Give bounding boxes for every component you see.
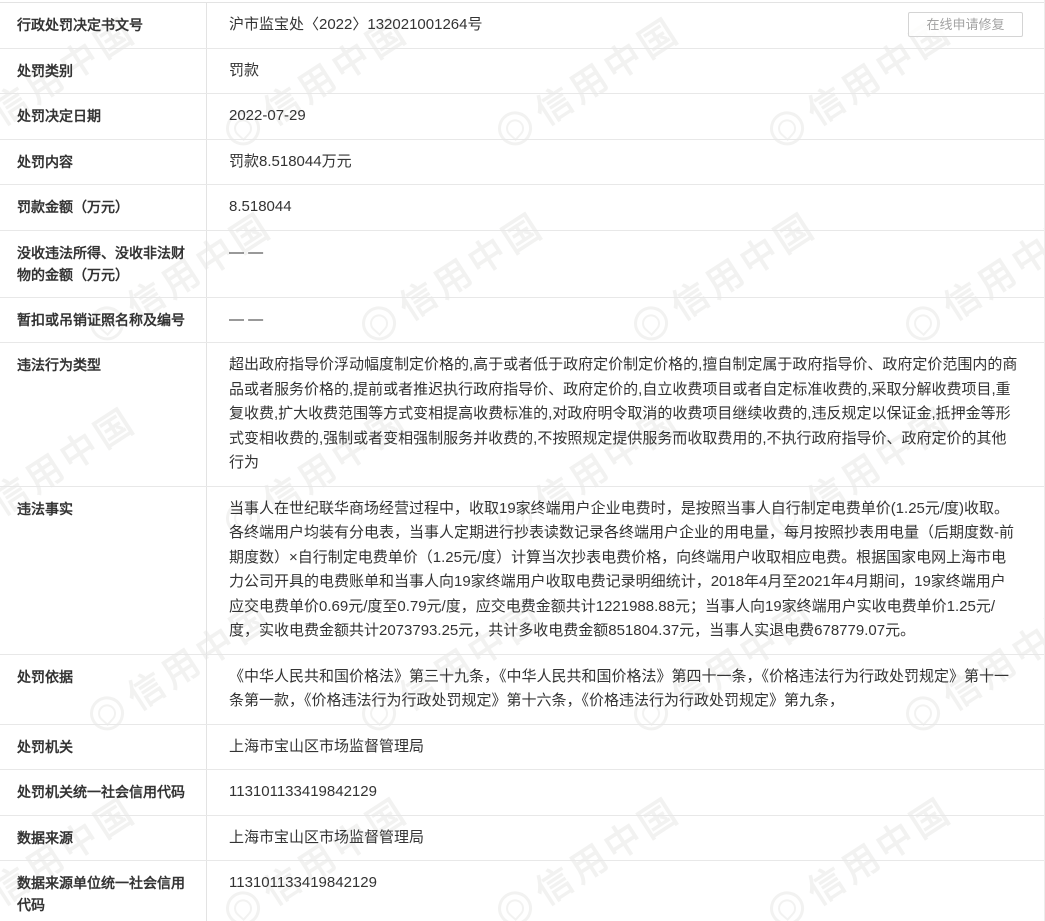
row-label: 没收违法所得、没收非法财物的金额（万元） <box>0 231 207 297</box>
row-label: 数据来源单位统一社会信用代码 <box>0 861 207 921</box>
table-row: 处罚内容 罚款8.518044万元 <box>0 140 1044 186</box>
penalty-detail-page: 信用中国信用中国信用中国信用中国信用中国信用中国信用中国信用中国信用中国信用中国… <box>0 0 1045 921</box>
row-label: 违法行为类型 <box>0 343 207 486</box>
table-row: 暂扣或吊销证照名称及编号 — — <box>0 298 1044 344</box>
row-value: 2022-07-29 <box>207 94 1044 139</box>
row-label: 罚款金额（万元） <box>0 185 207 230</box>
row-value: 罚款8.518044万元 <box>207 140 1044 185</box>
row-value: — — <box>207 298 1044 343</box>
row-value: 上海市宝山区市场监督管理局 <box>207 725 1044 770</box>
row-value: 8.518044 <box>207 185 1044 230</box>
row-value: 沪市监宝处〈2022〉132021001264号 在线申请修复 <box>207 3 1044 48</box>
row-label: 处罚机关 <box>0 725 207 770</box>
table-row: 没收违法所得、没收非法财物的金额（万元） — — <box>0 231 1044 298</box>
row-value-text: 8.518044 <box>229 198 292 215</box>
row-value-text: 113101133419842129 <box>229 783 377 800</box>
row-value: 超出政府指导价浮动幅度制定价格的,高于或者低于政府定价制定价格的,擅自制定属于政… <box>207 343 1044 486</box>
row-value-text: 当事人在世纪联华商场经营过程中，收取19家终端用户企业电费时，是按照当事人自行制… <box>229 500 1014 640</box>
table-row: 处罚决定日期 2022-07-29 <box>0 94 1044 140</box>
row-value: 上海市宝山区市场监督管理局 <box>207 816 1044 861</box>
row-value-text: 上海市宝山区市场监督管理局 <box>229 738 424 755</box>
row-value-text: 罚款8.518044万元 <box>229 153 352 170</box>
table-row: 处罚机关统一社会信用代码 113101133419842129 <box>0 770 1044 816</box>
table-row: 违法事实当事人在世纪联华商场经营过程中，收取19家终端用户企业电费时，是按照当事… <box>0 487 1044 655</box>
row-value-text: 113101133419842129 <box>229 874 377 891</box>
row-value: 《中华人民共和国价格法》第三十九条，《中华人民共和国价格法》第四十一条，《价格违… <box>207 655 1044 724</box>
row-value: 当事人在世纪联华商场经营过程中，收取19家终端用户企业电费时，是按照当事人自行制… <box>207 487 1044 654</box>
table-row: 处罚类别 罚款 <box>0 49 1044 95</box>
row-value-text: 超出政府指导价浮动幅度制定价格的,高于或者低于政府定价制定价格的,擅自制定属于政… <box>229 356 1017 471</box>
row-value: 113101133419842129 <box>207 861 1044 921</box>
row-label: 处罚类别 <box>0 49 207 94</box>
row-value-text: 《中华人民共和国价格法》第三十九条，《中华人民共和国价格法》第四十一条，《价格违… <box>229 668 1009 710</box>
row-value: — — <box>207 231 1044 297</box>
row-value-text: — — <box>229 311 263 328</box>
row-label: 数据来源 <box>0 816 207 861</box>
online-repair-request-button[interactable]: 在线申请修复 <box>908 12 1023 37</box>
row-value-text: — — <box>229 244 263 261</box>
table-row: 处罚依据《中华人民共和国价格法》第三十九条，《中华人民共和国价格法》第四十一条，… <box>0 655 1044 725</box>
row-label: 暂扣或吊销证照名称及编号 <box>0 298 207 343</box>
row-value-text: 沪市监宝处〈2022〉132021001264号 <box>229 16 482 33</box>
row-label: 处罚内容 <box>0 140 207 185</box>
table-row: 违法行为类型超出政府指导价浮动幅度制定价格的,高于或者低于政府定价制定价格的,擅… <box>0 343 1044 487</box>
row-label: 违法事实 <box>0 487 207 654</box>
row-value-text: 上海市宝山区市场监督管理局 <box>229 829 424 846</box>
table-row: 数据来源 上海市宝山区市场监督管理局 <box>0 816 1044 862</box>
row-value: 罚款 <box>207 49 1044 94</box>
table-row: 处罚机关 上海市宝山区市场监督管理局 <box>0 725 1044 771</box>
row-label: 处罚依据 <box>0 655 207 724</box>
table-row: 行政处罚决定书文号 沪市监宝处〈2022〉132021001264号 在线申请修复 <box>0 3 1044 49</box>
table-row: 罚款金额（万元） 8.518044 <box>0 185 1044 231</box>
row-value: 113101133419842129 <box>207 770 1044 815</box>
table-row: 数据来源单位统一社会信用代码 113101133419842129 <box>0 861 1044 921</box>
row-label: 处罚决定日期 <box>0 94 207 139</box>
penalty-detail-table: 行政处罚决定书文号 沪市监宝处〈2022〉132021001264号 在线申请修复处… <box>0 2 1044 921</box>
row-label: 处罚机关统一社会信用代码 <box>0 770 207 815</box>
row-label: 行政处罚决定书文号 <box>0 3 207 48</box>
row-value-text: 2022-07-29 <box>229 107 306 124</box>
row-value-text: 罚款 <box>229 62 259 79</box>
